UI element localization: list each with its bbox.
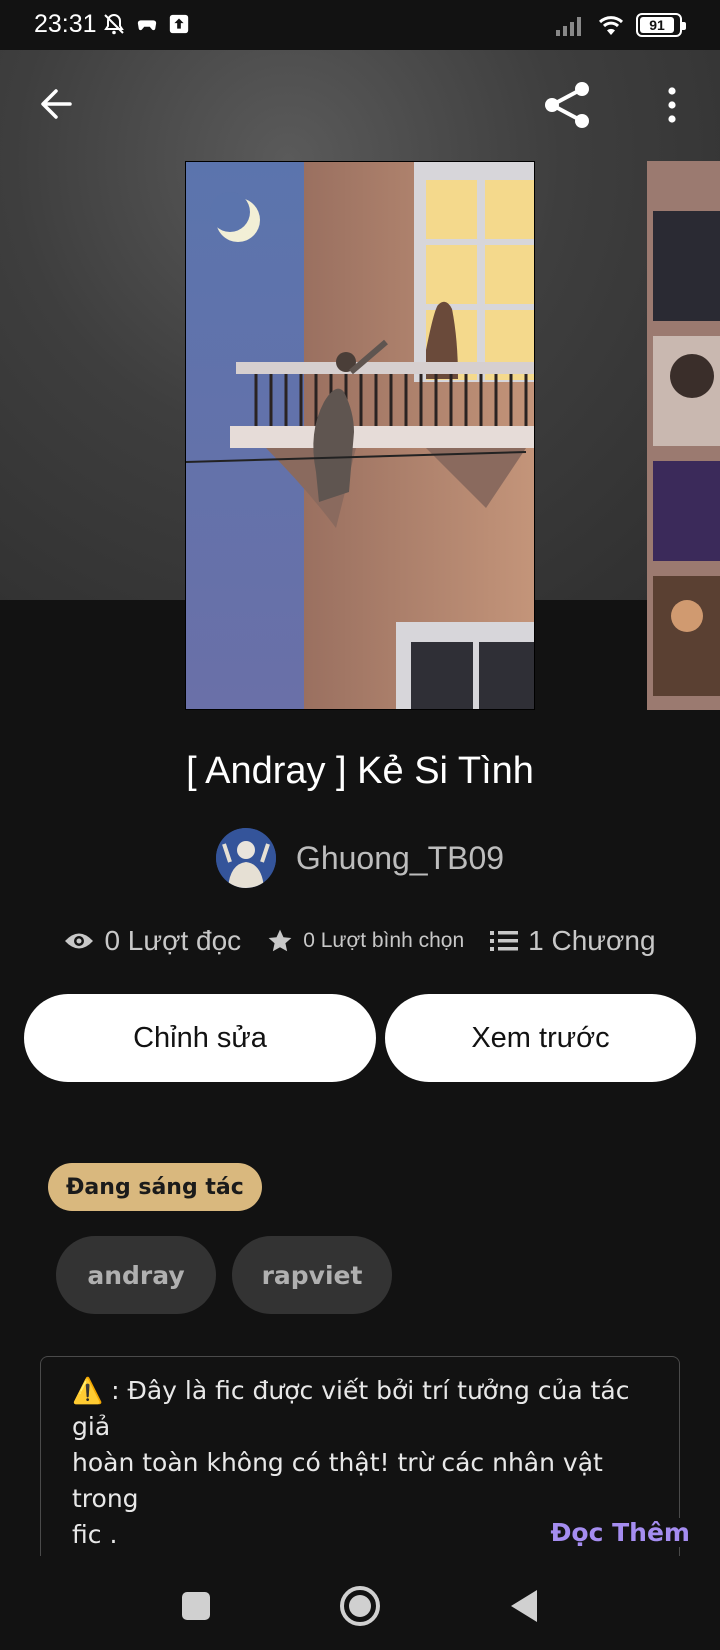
author-row[interactable]: Ghuong_TB09: [0, 828, 720, 888]
status-time: 23:31: [34, 10, 97, 38]
list-icon: [490, 931, 519, 951]
reads-stat: 0 Lượt đọc: [64, 925, 241, 957]
recents-button[interactable]: [166, 1576, 226, 1636]
reads-count: 0 Lượt đọc: [104, 925, 242, 956]
tag-chip[interactable]: rapviet: [232, 1236, 392, 1314]
share-button[interactable]: [540, 78, 594, 132]
votes-count: 0 Lượt bình chọn: [303, 929, 465, 952]
tag-chip[interactable]: andray: [56, 1236, 216, 1314]
chapters-count: 1 Chương: [528, 925, 656, 956]
gamepad-icon: [137, 20, 157, 31]
edit-button[interactable]: Chỉnh sửa: [24, 994, 376, 1082]
story-cover-image[interactable]: [185, 161, 535, 710]
battery-icon: 91: [636, 13, 686, 37]
top-bar: [0, 50, 720, 160]
action-buttons: Chỉnh sửa Xem trước: [24, 994, 696, 1082]
status-bar: 23:31 91: [0, 0, 720, 50]
home-button[interactable]: [330, 1576, 390, 1636]
author-name[interactable]: Ghuong_TB09: [296, 840, 504, 877]
back-button[interactable]: [32, 80, 80, 128]
more-vertical-icon: [668, 87, 676, 123]
square-icon: [182, 1592, 210, 1620]
status-left-icons: [102, 12, 190, 36]
warning-icon: ⚠️: [72, 1376, 104, 1405]
next-cover-art: [647, 161, 720, 710]
status-right-icons: 91: [554, 13, 686, 37]
arrow-left-icon: [41, 89, 72, 119]
tag-list: andray rapviet: [56, 1236, 392, 1314]
back-nav-button[interactable]: [494, 1576, 554, 1636]
share-icon: [545, 82, 589, 128]
upload-icon: [169, 14, 189, 34]
next-story-cover[interactable]: [647, 161, 720, 710]
signal-icon: [556, 17, 581, 36]
wifi-icon: [598, 16, 624, 35]
preview-button[interactable]: Xem trước: [385, 994, 696, 1082]
story-title: [ Andray ] Kẻ Si Tình: [186, 750, 534, 792]
cover-art: [186, 162, 534, 709]
avatar-image: [215, 828, 276, 888]
more-options-button[interactable]: [652, 80, 692, 130]
eye-icon: [65, 933, 94, 949]
triangle-back-icon: [511, 1590, 537, 1622]
star-icon: [268, 929, 292, 952]
status-badge: Đang sáng tác: [48, 1163, 262, 1211]
bell-off-icon: [104, 13, 124, 35]
battery-level: 91: [649, 17, 665, 33]
read-more-link[interactable]: Đọc Thêm: [538, 1518, 690, 1547]
stats-row: 0 Lượt đọc 0 Lượt bình chọn 1 Chương: [0, 925, 720, 957]
system-nav-bar: [0, 1556, 720, 1650]
avatar[interactable]: [215, 828, 276, 888]
chapters-stat: 1 Chương: [490, 925, 656, 957]
votes-stat: 0 Lượt bình chọn: [267, 928, 464, 954]
circle-home-icon: [340, 1586, 380, 1626]
